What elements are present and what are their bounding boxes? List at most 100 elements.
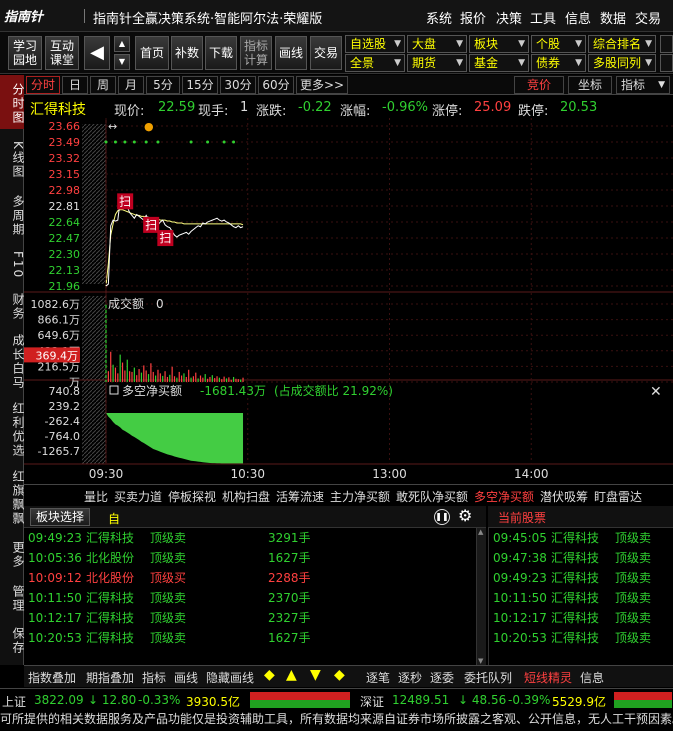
tab-short-spirit[interactable]: 短线精灵	[524, 669, 572, 686]
nav-more[interactable]: 更多	[0, 537, 25, 573]
subtab-9[interactable]: 盯盘雷达	[594, 488, 642, 505]
price-tick-label: 23.15	[49, 168, 81, 181]
menu-info[interactable]: 信息	[565, 8, 591, 27]
subtab-3[interactable]: 机构扫盘	[222, 488, 270, 505]
futures-dropdown[interactable]: 期货 ▼	[407, 54, 467, 72]
gear-icon[interactable]: ⚙	[458, 506, 472, 525]
arrow-down-icon[interactable]: ▼	[114, 54, 130, 70]
close-icon[interactable]: ✕	[650, 384, 662, 400]
tab-auction[interactable]: 竞价	[514, 76, 564, 94]
subtab-4[interactable]: 活筹流速	[276, 488, 324, 505]
tab-queue[interactable]: 委托队列	[464, 669, 512, 686]
diamond-icon[interactable]: ◆	[264, 667, 275, 683]
tab-coordinate[interactable]: 坐标	[568, 76, 612, 94]
menu-tools[interactable]: 工具	[530, 8, 556, 27]
back-arrow-icon[interactable]: ◀	[84, 36, 110, 70]
download-button[interactable]: 下载	[205, 36, 237, 70]
multi-stock-dropdown[interactable]: 多股同列 ▼	[588, 54, 656, 72]
diamond-alert-icon[interactable]: ◆	[334, 667, 345, 683]
netbuy-tick-label: 740.8	[49, 385, 81, 398]
nav-kline[interactable]: K线图	[0, 135, 25, 185]
more-dropdown-2[interactable]	[660, 54, 673, 72]
subtab-2[interactable]: 停板探视	[168, 488, 216, 505]
current-signal-time: 09:49:23	[493, 571, 547, 585]
draw-line-button[interactable]: 画线	[275, 36, 307, 70]
indicator-button[interactable]: 指标	[142, 669, 166, 686]
sz-amount: 5529.9亿	[552, 695, 606, 709]
indicator-dropdown[interactable]: 指标 ▼	[616, 76, 670, 94]
nav-red-flag[interactable]: 红旗飘飘	[0, 467, 25, 529]
menu-system[interactable]: 系统	[426, 8, 452, 27]
interactive-class-button[interactable]: 互动课堂	[45, 36, 79, 70]
subtab-5[interactable]: 主力净买额	[330, 488, 390, 505]
nav-f10[interactable]: F10	[0, 247, 25, 283]
sector-select-button[interactable]: 板块选择	[30, 508, 90, 526]
bond-dropdown[interactable]: 债券 ▼	[531, 54, 586, 72]
pct-value: -0.96%	[382, 100, 428, 115]
scroll-down-icon[interactable]: ▼	[478, 657, 483, 665]
ranking-dropdown[interactable]: 综合排名 ▼	[588, 35, 656, 53]
tab-5min[interactable]: 5分	[146, 76, 180, 94]
warning-up-icon[interactable]: ▲	[286, 667, 297, 683]
tab-week[interactable]: 周	[90, 76, 116, 94]
tab-60min[interactable]: 60分	[258, 76, 294, 94]
menu-data[interactable]: 数据	[600, 8, 626, 27]
menu-trade[interactable]: 交易	[635, 8, 661, 27]
signal-qty: 2327手	[268, 611, 311, 625]
futures-overlay-button[interactable]: 期指叠加	[86, 669, 134, 686]
chart-area[interactable]: 23.66 23.49 23.32 23.15 22.98 22.81 22.64 22.47…	[24, 118, 673, 484]
study-garden-button[interactable]: 学习园地	[8, 36, 42, 70]
nav-save[interactable]: 保存	[0, 623, 25, 659]
indicator-calc-button[interactable]: 指标计算	[240, 36, 272, 70]
warning-down-icon[interactable]: ▼	[310, 667, 321, 683]
nav-dividend[interactable]: 红利优选	[0, 399, 25, 461]
change-label: 涨跌:	[256, 104, 287, 119]
tab-more[interactable]: 更多>>	[296, 76, 348, 94]
tab-second[interactable]: 逐秒	[398, 669, 422, 686]
tab-info[interactable]: 信息	[580, 669, 604, 686]
watchlist-dropdown[interactable]: 自选股 ▼	[345, 35, 405, 53]
nav-manage[interactable]: 管理	[0, 581, 25, 617]
home-button[interactable]: 首页	[135, 36, 169, 70]
sector-dropdown[interactable]: 板块 ▼	[469, 35, 529, 53]
nav-multi-period[interactable]: 多周期	[0, 191, 25, 241]
tab-15min[interactable]: 15分	[182, 76, 218, 94]
signal-time: 10:20:53	[28, 631, 82, 645]
tab-order[interactable]: 逐委	[430, 669, 454, 686]
nav-intraday[interactable]: 分时图	[0, 75, 25, 129]
subtab-1[interactable]: 买卖力道	[114, 488, 162, 505]
arrow-up-icon[interactable]: ▲	[114, 36, 130, 52]
tab-day[interactable]: 日	[62, 76, 88, 94]
drawline-button[interactable]: 画线	[174, 669, 198, 686]
supplement-data-button[interactable]: 补数	[171, 36, 203, 70]
market-dropdown[interactable]: 大盘 ▼	[407, 35, 467, 53]
pause-icon[interactable]: ❚❚	[434, 509, 450, 525]
signal-type: 顶级卖	[150, 591, 187, 605]
fund-dropdown[interactable]: 基金 ▼	[469, 54, 529, 72]
price-tick-label: 22.98	[49, 184, 81, 197]
subtab-0[interactable]: 量比	[84, 488, 108, 505]
more-dropdown[interactable]	[660, 35, 673, 53]
sz-value: 12489.51	[392, 693, 450, 707]
nav-finance[interactable]: 财务	[0, 289, 25, 325]
tab-tick[interactable]: 逐笔	[366, 669, 390, 686]
caret-down-icon: ▼	[518, 39, 525, 49]
subtab-8[interactable]: 潜伏吸筹	[540, 488, 588, 505]
tab-month[interactable]: 月	[118, 76, 144, 94]
scrollbar[interactable]: ▲ ▼	[476, 528, 486, 665]
hide-drawline-button[interactable]: 隐藏画线	[206, 669, 254, 686]
menu-decision[interactable]: 决策	[496, 8, 522, 27]
scroll-up-icon[interactable]: ▲	[478, 528, 483, 536]
stock-dropdown[interactable]: 个股 ▼	[531, 35, 586, 53]
nav-growth[interactable]: 成长白马	[0, 331, 25, 393]
index-overlay-button[interactable]: 指数叠加	[28, 669, 76, 686]
subtab-6[interactable]: 敢死队净买额	[396, 488, 468, 505]
tab-intraday[interactable]: 分时	[26, 76, 60, 94]
subtab-7[interactable]: 多空净买额	[474, 488, 534, 505]
menu-quote[interactable]: 报价	[460, 8, 486, 27]
intraday-chart[interactable]: 23.66 23.49 23.32 23.15 22.98 22.81 22.64 22.47…	[24, 118, 673, 484]
expand-icon[interactable]: ↔	[108, 120, 117, 133]
tab-30min[interactable]: 30分	[220, 76, 256, 94]
panorama-dropdown[interactable]: 全景 ▼	[345, 54, 405, 72]
trade-button[interactable]: 交易	[310, 36, 342, 70]
